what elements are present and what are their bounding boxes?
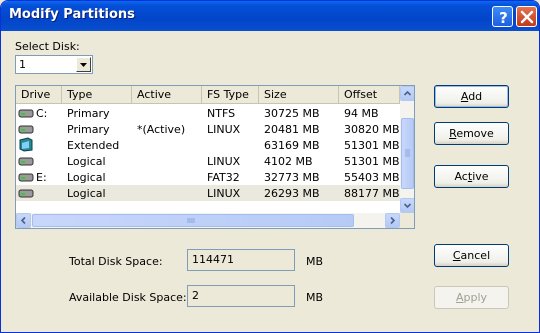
cell-offset: 51301 MB [344,155,400,168]
column-header-active[interactable]: Active [132,86,202,104]
cell-fs-type: FAT32 [207,171,240,184]
column-header-drive[interactable]: Drive [16,86,62,104]
cell-type: Logical [67,155,106,168]
cell-active: *(Active) [137,123,186,136]
cell-type: Primary [67,123,110,136]
hard-drive-icon [18,189,34,198]
cell-drive: C: [36,107,48,120]
help-button[interactable]: ? [492,6,513,27]
extended-partition-icon [19,137,33,152]
column-header-fs-type[interactable]: FS Type [202,86,259,104]
active-button[interactable]: Active [434,165,509,188]
cell-size: 30725 MB [264,107,320,120]
column-header-size[interactable]: Size [259,86,339,104]
partition-row[interactable]: E: Logical FAT32 32773 MB 55403 MB [16,169,400,185]
cell-size: 4102 MB [264,155,313,168]
cell-type: Logical [67,187,106,200]
dropdown-arrow-button[interactable] [76,57,91,72]
partition-row[interactable]: Primary *(Active) LINUX 20481 MB 30820 M… [16,121,400,137]
grip-icon [187,218,195,223]
cell-type: Extended [67,139,120,152]
cell-type: Primary [67,107,110,120]
select-disk-label: Select Disk: [15,40,80,53]
add-button[interactable]: Add [434,85,509,108]
chevron-down-icon [80,63,87,67]
hard-drive-icon [18,109,34,118]
cell-offset: 88177 MB [344,187,400,200]
cell-size: 32773 MB [264,171,320,184]
column-header-offset[interactable]: Offset [339,86,400,104]
cell-drive: E: [36,171,47,184]
partition-row-selected[interactable]: Logical LINUX 26293 MB 88177 MB [16,185,400,201]
cell-type: Logical [67,171,106,184]
title-bar[interactable]: Modify Partitions ? [1,1,539,31]
chevron-right-icon [390,216,396,225]
vertical-scroll-thumb[interactable] [401,118,414,189]
svg-text:?: ? [499,9,508,27]
modify-partitions-dialog: Modify Partitions ? Select Disk: 1 Drive… [0,0,540,333]
cell-fs-type: LINUX [207,123,241,136]
cell-fs-type: LINUX [207,155,241,168]
list-header: Drive Type Active FS Type Size Offset [16,86,400,104]
selected-disk-value: 1 [19,58,26,71]
partition-row[interactable]: Extended 63169 MB 51301 MB [16,137,400,153]
hard-drive-icon [18,157,34,166]
hard-drive-icon [18,125,34,134]
horizontal-scroll-thumb[interactable] [32,214,354,227]
column-header-type[interactable]: Type [62,86,132,104]
close-button[interactable] [516,6,537,27]
close-icon [520,10,534,24]
remove-button[interactable]: Remove [434,122,509,145]
cell-offset: 55403 MB [344,171,400,184]
scroll-right-button[interactable] [385,213,400,228]
cell-size: 63169 MB [264,139,320,152]
horizontal-scrollbar[interactable] [16,213,400,228]
hard-drive-icon [18,173,34,182]
available-disk-space-field: 2 [187,285,295,307]
partition-list[interactable]: Drive Type Active FS Type Size Offset C:… [15,85,415,229]
cell-size: 20481 MB [264,123,320,136]
scroll-down-button[interactable] [400,198,414,213]
partition-row[interactable]: C: Primary NTFS 30725 MB 94 MB [16,105,400,121]
total-disk-space-label: Total Disk Space: [69,255,163,268]
cell-fs-type: NTFS [207,107,236,120]
cancel-button[interactable]: Cancel [434,244,509,267]
vertical-scrollbar[interactable] [400,86,414,213]
cell-offset: 94 MB [344,107,379,120]
scroll-left-button[interactable] [16,213,31,228]
chevron-down-icon [403,203,412,209]
total-disk-space-unit: MB [306,255,324,268]
cell-offset: 51301 MB [344,139,400,152]
chevron-up-icon [403,90,412,96]
total-disk-space-field: 114471 [187,249,295,271]
available-disk-space-unit: MB [306,291,324,304]
cell-fs-type: LINUX [207,187,241,200]
grip-icon [405,149,410,157]
available-disk-space-label: Available Disk Space: [69,291,187,304]
scroll-up-button[interactable] [400,86,414,101]
window-title: Modify Partitions [9,7,135,22]
partition-row[interactable]: Logical LINUX 4102 MB 51301 MB [16,153,400,169]
apply-button[interactable]: Apply [434,286,509,309]
select-disk-dropdown[interactable]: 1 [15,55,93,74]
scrollbar-corner [400,213,414,228]
question-mark-icon: ? [499,9,508,27]
cell-offset: 30820 MB [344,123,400,136]
chevron-left-icon [20,216,26,225]
cell-size: 26293 MB [264,187,320,200]
